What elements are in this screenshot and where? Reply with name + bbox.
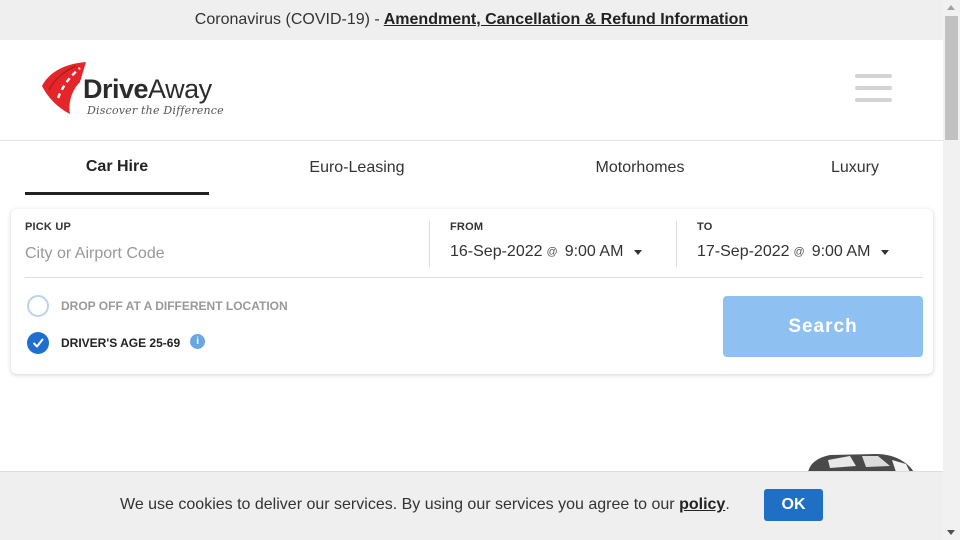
driveaway-logo[interactable]: DriveAway Discover the Difference — [40, 60, 224, 120]
drivers-age-option[interactable]: DRIVER'S AGE 25-69 i — [27, 332, 206, 354]
pickup-label: PICK UP — [25, 221, 72, 233]
scroll-up-arrow-icon[interactable] — [947, 5, 955, 10]
logo-tagline: Discover the Difference — [87, 104, 224, 117]
cookie-text: We use cookies to deliver our services. … — [120, 496, 675, 513]
covid-notice-bar: Coronavirus (COVID-19) - Amendment, Canc… — [0, 0, 943, 40]
logo-brand-text: DriveAway — [83, 74, 212, 104]
cookie-period: . — [725, 496, 730, 513]
info-icon[interactable]: i — [190, 333, 206, 349]
to-datetime-picker[interactable]: 17-Sep-2022 @ 9:00 AM — [697, 243, 890, 261]
checkmark-icon[interactable] — [27, 332, 49, 354]
search-card: PICK UP FROM 16-Sep-2022 @ 9:00 AM TO 17… — [11, 209, 933, 374]
search-button[interactable]: Search — [723, 296, 923, 357]
dropoff-radio[interactable] — [27, 295, 49, 317]
drivers-age-label: DRIVER'S AGE 25-69 — [61, 336, 181, 350]
scrollbar-thumb[interactable] — [945, 16, 958, 140]
from-date[interactable]: 16-Sep-2022 — [450, 243, 543, 261]
divider — [25, 277, 923, 278]
road-swoosh-logo-icon — [42, 62, 86, 114]
cookie-policy-link[interactable]: policy — [679, 496, 725, 513]
cookie-message: We use cookies to deliver our services. … — [120, 496, 730, 514]
car-image — [808, 454, 914, 472]
pickup-location-input[interactable] — [25, 242, 425, 266]
to-at-symbol: @ — [793, 246, 805, 258]
from-at-symbol: @ — [546, 246, 558, 258]
covid-refund-link[interactable]: Amendment, Cancellation & Refund Informa… — [384, 11, 748, 29]
chevron-down-icon[interactable] — [881, 250, 890, 255]
tab-motorhomes[interactable]: Motorhomes — [575, 141, 705, 195]
tab-euro-leasing[interactable]: Euro-Leasing — [290, 141, 424, 195]
covid-notice-text: Coronavirus (COVID-19) - — [194, 11, 380, 28]
dropoff-different-option[interactable]: DROP OFF AT A DIFFERENT LOCATION — [27, 295, 288, 317]
site-header: DriveAway Discover the Difference — [0, 40, 943, 141]
cookie-banner: We use cookies to deliver our services. … — [0, 471, 943, 540]
from-datetime-picker[interactable]: 16-Sep-2022 @ 9:00 AM — [450, 243, 643, 261]
divider — [676, 221, 677, 267]
product-tabs: Car Hire Euro-Leasing Motorhomes Luxury — [0, 141, 943, 195]
chevron-down-icon[interactable] — [634, 250, 643, 255]
to-date[interactable]: 17-Sep-2022 — [697, 243, 790, 261]
to-label: TO — [697, 221, 713, 233]
page: Coronavirus (COVID-19) - Amendment, Canc… — [0, 0, 960, 540]
from-time[interactable]: 9:00 AM — [565, 243, 624, 261]
from-label: FROM — [450, 221, 484, 233]
divider — [429, 221, 430, 267]
hamburger-menu-icon[interactable] — [855, 74, 892, 102]
tab-luxury[interactable]: Luxury — [815, 141, 895, 195]
dropoff-label: DROP OFF AT A DIFFERENT LOCATION — [61, 299, 288, 313]
scroll-down-arrow-icon[interactable] — [947, 530, 955, 535]
to-time[interactable]: 9:00 AM — [812, 243, 871, 261]
page-scrollbar[interactable] — [943, 0, 960, 540]
tab-car-hire[interactable]: Car Hire — [25, 141, 209, 195]
cookie-ok-button[interactable]: OK — [764, 489, 823, 521]
